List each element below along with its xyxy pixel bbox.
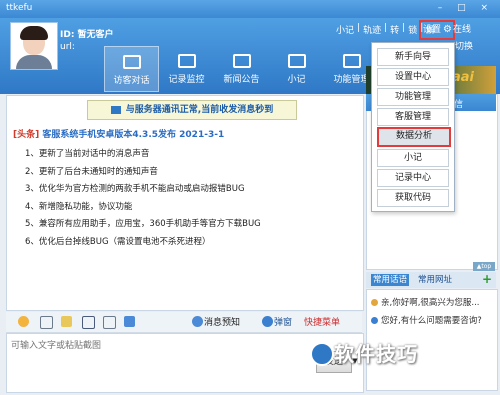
menu-item-beginner-guide[interactable]: 新手向导 [377,48,449,66]
mail-icon [177,54,196,68]
list-item: 2、更新了后台未通知时的通知声音 [25,166,158,177]
announcement-title[interactable]: [头条] 客服系统手机安卓版本4.3.5发布 2021-3-1 [13,127,224,140]
shake-icon[interactable] [124,316,135,327]
menu-item-data-analysis[interactable]: 数据分析 [377,127,451,147]
input-toolbar: 消息预知 弹窗 快捷菜单 [6,312,362,333]
monitor-icon [110,105,121,114]
menu-item-notes[interactable]: 小记 [377,149,449,167]
tab-visitor-chat[interactable]: 访客对话 [104,46,159,92]
bullet-icon [371,299,378,306]
chat-panel: 与服务器通讯正常,当前收发消息秒到 [头条] 客服系统手机安卓版本4.3.5发布… [6,95,364,311]
menu-item-get-code[interactable]: 获取代码 [377,189,449,207]
title-bar: ttkefu – □ × [0,0,500,18]
watermark-text: 软件技巧 [334,342,418,366]
settings-label: 设置 [423,25,442,35]
visitor-avatar [10,22,58,70]
news-icon [232,54,251,68]
settings-button[interactable]: 设置 ⚙ [419,20,455,40]
tab-common-phrases[interactable]: 常用话语 [371,274,410,286]
tools-icon [342,54,361,68]
menu-item-record-center[interactable]: 记录中心 [377,169,449,187]
save-icon[interactable] [82,316,95,329]
list-item: 6、优化后台掉线BUG（需设置电池不杀死进程） [25,236,211,247]
link-track[interactable]: 轨迹 [363,23,381,36]
bullet-icon [371,317,378,324]
preview-icon [192,316,203,327]
chat-icon [122,55,141,69]
link-note[interactable]: 小记 [336,23,354,36]
link-lock[interactable]: 锁 [408,23,417,36]
popup-toggle[interactable]: 弹窗 [274,315,292,328]
settings-dropdown-menu: 新手向导 设置中心 功能管理 客服管理 数据分析 小记 记录中心 获取代码 [371,42,455,212]
list-item: 3、优化华为官方检测的两款手机不能启动或启动报错BUG [25,184,245,194]
announcement-list: 1、更新了当前对话中的消息声音 2、更新了后台未通知时的通知声音 3、优化华为官… [25,146,261,251]
tab-record-monitor[interactable]: 记录监控 [159,46,214,92]
window-controls[interactable]: – □ × [438,3,494,13]
switch-button[interactable]: 切换 [455,39,473,52]
message-preview-toggle[interactable]: 消息预知 [204,315,240,328]
menu-item-function-management[interactable]: 功能管理 [377,88,449,106]
phrase-tabs: 常用话语 常用网址 + [366,272,496,288]
list-item: 1、更新了当前对话中的消息声音 [25,149,150,159]
popup-icon [262,316,273,327]
message-input[interactable] [7,334,307,390]
visitor-id: ID: 暂无客户 [60,30,114,40]
list-item[interactable]: 您好,有什么问题需要咨询? [371,314,482,326]
watermark-logo [310,342,334,366]
online-status[interactable]: 在线 [453,22,471,35]
folder-icon[interactable] [61,316,72,327]
image-icon[interactable] [40,316,53,329]
scroll-top-button[interactable]: ▲top [473,262,495,271]
server-status-banner: 与服务器通讯正常,当前收发消息秒到 [87,100,297,120]
menu-item-settings-center[interactable]: 设置中心 [377,68,449,86]
message-input-area: 发送 ▼ [6,333,364,393]
gear-icon: ⚙ [443,24,452,35]
screenshot-icon[interactable] [103,316,116,329]
list-item: 5、兼容所有应用助手，应用宝，360手机助手等官方下载BUG [25,219,261,229]
list-item[interactable]: 亲,你好啊,很高兴为您服... [371,296,480,308]
quick-menu-button[interactable]: 快捷菜单 [304,315,340,328]
add-phrase-button[interactable]: + [482,272,492,286]
note-icon [287,54,306,68]
main-nav: 访客对话 记录监控 新闻公告 小记 功能管理 [104,46,379,92]
tab-common-urls[interactable]: 常用网址 [416,274,454,286]
tab-notes[interactable]: 小记 [269,46,324,92]
visitor-url: url: [60,42,75,52]
link-transfer[interactable]: 转 [390,23,399,36]
list-item: 4、新增隐私功能，协议功能 [25,201,133,212]
window-title: ttkefu [6,3,33,13]
emoji-icon[interactable] [18,316,29,327]
tab-news[interactable]: 新闻公告 [214,46,269,92]
menu-item-service-management[interactable]: 客服管理 [377,108,449,126]
